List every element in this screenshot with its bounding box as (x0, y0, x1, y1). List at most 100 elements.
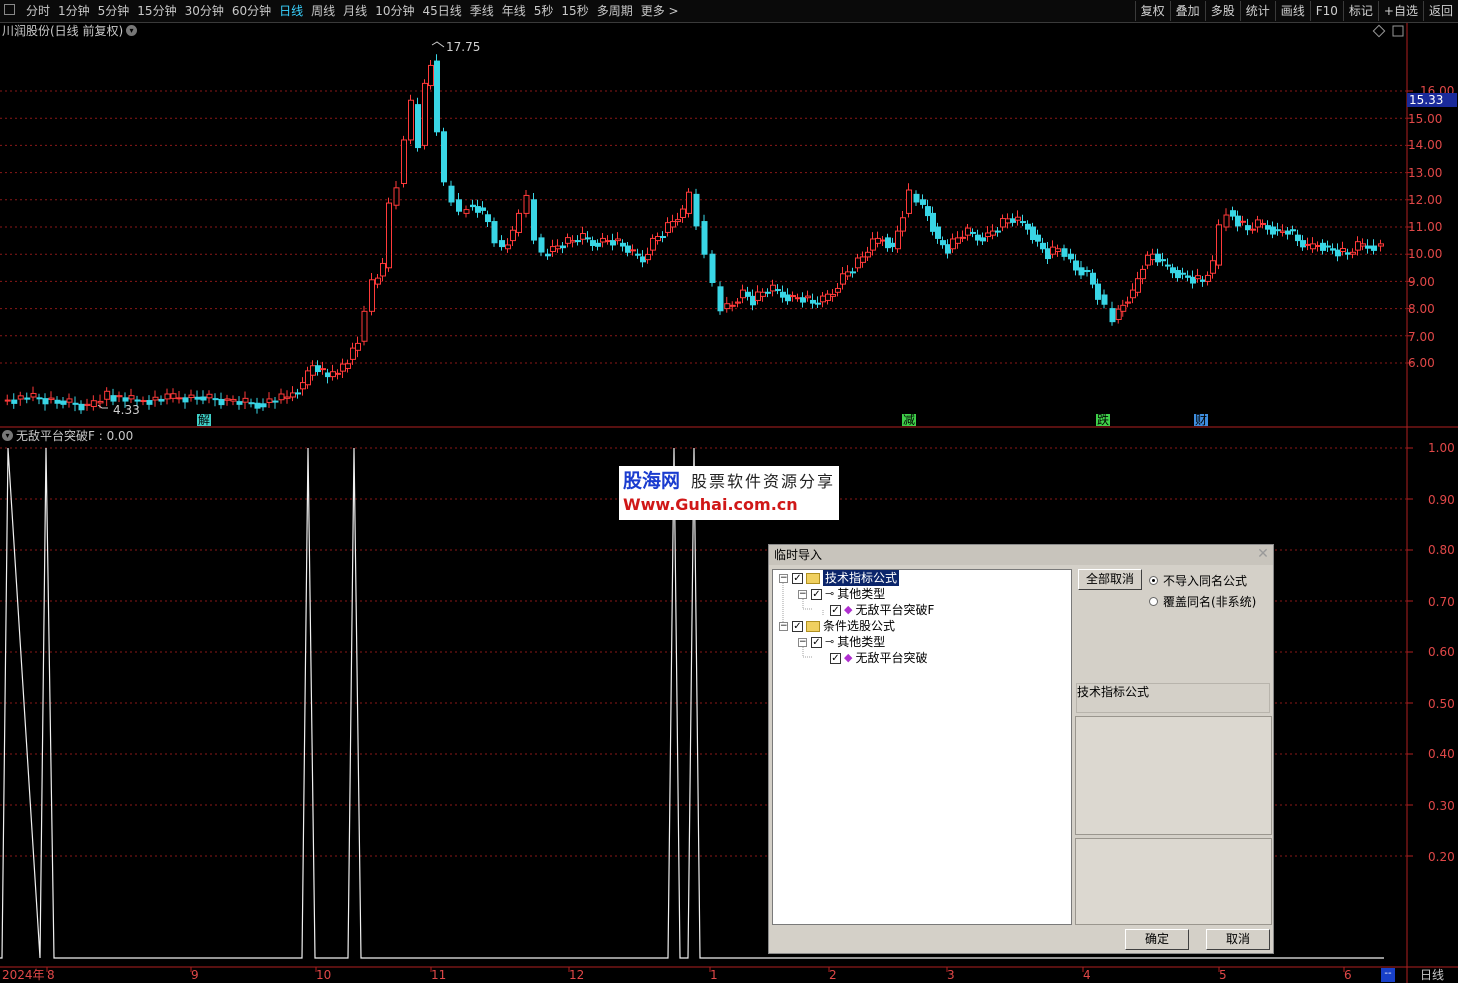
candle-body (1160, 259, 1166, 262)
candle-body (630, 249, 636, 252)
radio-unselected-icon[interactable] (1149, 597, 1158, 606)
candle-body (1335, 249, 1341, 257)
formula-tree[interactable]: − ✓ 技术指标公式 − ✓ ⊸ 其他类型 ✓ ◆ 无敌平台突破F − ✓ 条件… (772, 569, 1072, 925)
candle-body (1180, 272, 1186, 275)
import-dialog: 临时导入 ✕ − ✓ 技术指标公式 − ✓ ⊸ 其他类型 ✓ ◆ 无敌平台突破F… (768, 544, 1274, 954)
candle-body (531, 199, 537, 241)
radio-no-import[interactable]: 不导入同名公式 (1149, 572, 1247, 589)
tree-node-other-type-2[interactable]: − ✓ ⊸ 其他类型 (798, 634, 885, 650)
chevron-down-icon[interactable]: ▾ (2, 430, 13, 441)
candle-body (1265, 225, 1271, 230)
close-icon[interactable]: ✕ (1256, 547, 1270, 561)
event-mark-finance[interactable]: 财 (1194, 414, 1209, 426)
candle-body (920, 199, 926, 205)
tree-node-tech-formula[interactable]: − ✓ 技术指标公式 (779, 570, 900, 586)
price-tick: 7.00 (1408, 330, 1435, 344)
candle-body (1040, 242, 1046, 250)
candle-body (260, 403, 267, 408)
candle-body (1145, 254, 1151, 266)
event-mark-drop[interactable]: 跌 (1096, 414, 1111, 426)
checkbox-checked-icon[interactable]: ✓ (792, 572, 803, 584)
candle-body (491, 221, 498, 244)
candle-body (660, 236, 666, 239)
formula-gem-icon: ◆ (844, 651, 853, 664)
candle-body (248, 402, 255, 405)
candle-body (735, 301, 741, 304)
ok-button[interactable]: 确定 (1125, 929, 1189, 950)
candle-body (575, 240, 581, 243)
tree-node-formula[interactable]: ✓ ◆ 无敌平台突破 (830, 650, 927, 666)
candle-body (218, 398, 225, 406)
candle-body (1130, 289, 1136, 299)
chevron-down-icon[interactable]: ▾ (126, 25, 137, 36)
collapse-icon[interactable]: − (779, 573, 788, 583)
candle-body (1030, 226, 1036, 241)
tree-node-label: 其他类型 (837, 587, 886, 601)
candle-body (1015, 216, 1021, 221)
candle-body (555, 245, 561, 250)
tree-node-label: 技术指标公式 (823, 570, 900, 586)
candle-body (1378, 243, 1384, 247)
candle-body (1325, 245, 1331, 248)
candle-body (1025, 223, 1031, 230)
checkbox-checked-icon[interactable]: ✓ (830, 604, 841, 616)
candle-body (422, 82, 428, 146)
candle-body (480, 207, 486, 211)
candle-body (1185, 275, 1191, 278)
date-label: 6 (1344, 968, 1352, 982)
candle-body (17, 395, 24, 400)
formula-param-panel[interactable] (1075, 838, 1272, 925)
candle-body (960, 236, 966, 239)
candlestick-series (4, 54, 1384, 414)
candle-body (1020, 221, 1026, 224)
checkbox-checked-icon[interactable]: ✓ (792, 620, 803, 632)
date-label: 4 (1083, 968, 1091, 982)
candle-body (1365, 245, 1371, 249)
price-tick: 12.00 (1408, 193, 1443, 207)
radio-selected-icon[interactable] (1149, 576, 1158, 585)
candle-body (325, 372, 331, 378)
event-mark-unlock[interactable]: 解 (197, 414, 212, 426)
indicator-tick: 0.90 (1428, 493, 1455, 507)
candle-body (1350, 251, 1356, 255)
candle-body (865, 251, 871, 258)
candle-body (1140, 268, 1146, 280)
candle-body (940, 240, 946, 246)
tree-node-other-type-1[interactable]: − ✓ ⊸ 其他类型 (798, 586, 885, 602)
candle-body (310, 365, 316, 376)
high-price-label: 17.75 (446, 40, 481, 54)
checkbox-checked-icon[interactable]: ✓ (811, 588, 822, 600)
candle-body (393, 187, 400, 206)
dialog-titlebar[interactable]: 临时导入 ✕ (769, 545, 1273, 565)
radio-overwrite[interactable]: 覆盖同名(非系统) (1149, 593, 1256, 610)
period-indicator[interactable]: 日线 (1420, 968, 1444, 982)
candle-body (845, 271, 851, 277)
candle-body (1155, 253, 1161, 263)
indicator-tick: 0.30 (1428, 799, 1455, 813)
event-mark-reduce[interactable]: 减 (902, 414, 917, 426)
checkbox-checked-icon[interactable]: ✓ (811, 636, 822, 648)
candle-body (182, 397, 189, 403)
price-tick: 6.00 (1408, 356, 1435, 370)
formula-description-panel[interactable] (1075, 716, 1272, 835)
collapse-icon[interactable]: − (798, 589, 807, 599)
candle-body (369, 279, 375, 312)
candle-body (740, 289, 746, 299)
candle-body (350, 347, 356, 360)
cancel-button[interactable]: 取消 (1206, 929, 1270, 950)
candle-body (448, 185, 455, 203)
tree-node-formula-f[interactable]: ✓ ◆ 无敌平台突破F (830, 602, 934, 618)
candle-body (790, 295, 796, 298)
tree-node-stock-selection[interactable]: − ✓ 条件选股公式 (779, 618, 895, 634)
candle-body (463, 209, 470, 214)
collapse-icon[interactable]: − (779, 621, 788, 631)
candle-body (930, 212, 936, 232)
candle-body (640, 256, 646, 263)
collapse-icon[interactable]: − (798, 637, 807, 647)
cursor-date-tag: -- (1381, 968, 1395, 982)
cancel-all-button[interactable]: 全部取消 (1078, 569, 1142, 590)
candle-body (254, 402, 261, 409)
price-tick: 11.00 (1408, 220, 1443, 234)
checkbox-checked-icon[interactable]: ✓ (830, 652, 841, 664)
candle-body (590, 240, 596, 246)
